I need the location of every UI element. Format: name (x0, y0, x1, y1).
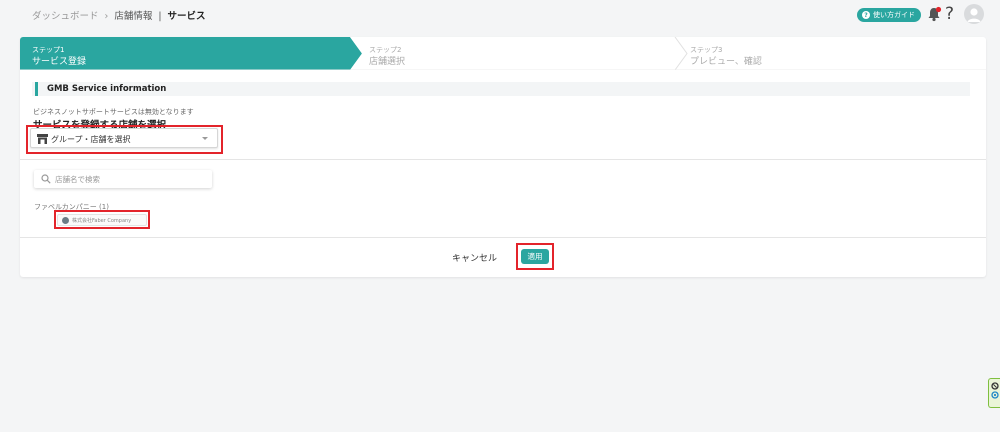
highlight-box-apply (516, 243, 554, 270)
breadcrumb: ダッシュボード › 店舗情報 | サービス (32, 11, 206, 22)
cancel-button[interactable]: キャンセル (452, 251, 497, 264)
top-header: ダッシュボード › 店舗情報 | サービス ? 使い方ガイド ? (0, 0, 1000, 30)
divider (20, 159, 986, 160)
step-3-title: プレビュー、確認 (690, 57, 762, 67)
service-notice: ビジネスノットサポートサービスは無効となります (33, 108, 194, 116)
breadcrumb-store-info[interactable]: 店舗情報 (114, 11, 152, 22)
bell-icon[interactable] (926, 6, 942, 22)
footer-divider (20, 237, 986, 238)
guide-button[interactable]: ? 使い方ガイド (857, 8, 921, 22)
breadcrumb-current: サービス (167, 11, 206, 22)
section-band (32, 82, 970, 96)
store-search[interactable] (34, 170, 212, 188)
widget-icon (991, 382, 999, 399)
search-input[interactable] (55, 173, 205, 185)
user-icon (967, 8, 981, 22)
section-title: GMB Service information (47, 84, 167, 94)
avatar[interactable] (964, 4, 984, 24)
question-icon: ? (862, 11, 870, 19)
highlight-box-store (54, 210, 150, 229)
side-widget[interactable] (988, 378, 1000, 408)
service-card: ステップ1 サービス登録 ステップ2 店舗選択 ステップ3 プレビュー、確認 G… (20, 37, 986, 277)
breadcrumb-dashboard[interactable]: ダッシュボード (32, 11, 99, 22)
step-2-title: 店舗選択 (369, 57, 406, 67)
help-icon[interactable]: ? (945, 4, 954, 24)
step-indicator: ステップ1 サービス登録 ステップ2 店舗選択 ステップ3 プレビュー、確認 (20, 37, 986, 70)
breadcrumb-separator: › (104, 11, 109, 22)
search-icon (41, 174, 51, 184)
highlight-box-select (26, 125, 223, 154)
step-1-title: サービス登録 (32, 57, 87, 67)
step-arrows (20, 37, 986, 70)
section-accent-bar (35, 82, 38, 96)
guide-button-label: 使い方ガイド (873, 11, 915, 19)
